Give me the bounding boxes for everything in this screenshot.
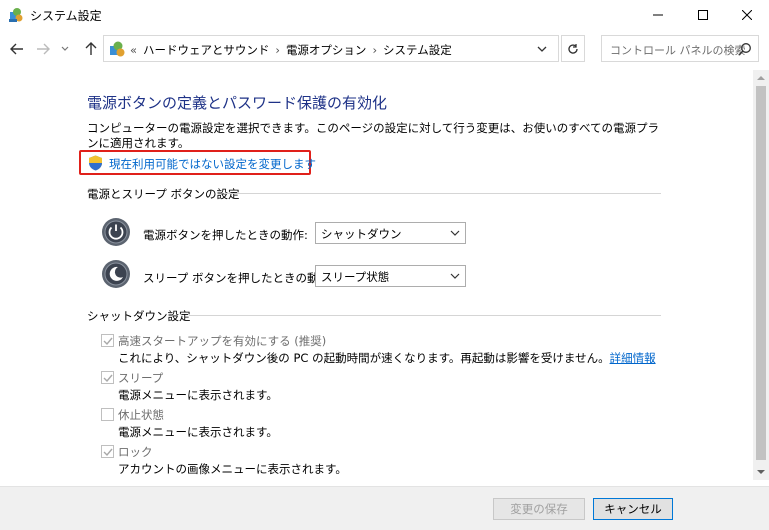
breadcrumb-separator-icon[interactable]: › [275,43,280,57]
power-button-action-select[interactable]: シャットダウン [315,222,466,244]
breadcrumb: « ハードウェアとサウンド › 電源オプション › システム設定 [130,42,452,58]
control-panel-icon [110,41,125,57]
sleep-description: 電源メニューに表示されます。 [118,388,278,402]
breadcrumb-separator-icon[interactable]: › [372,43,377,57]
maximize-button[interactable] [680,0,726,30]
scroll-up-button[interactable] [753,70,769,86]
close-button[interactable] [724,0,769,30]
fast-startup-description: これにより、シャットダウン後の PC の起動時間が速くなります。再起動は影響を受… [118,350,656,366]
chevron-down-icon [450,230,460,236]
refresh-icon [568,43,578,54]
chevron-down-icon [450,273,460,279]
more-info-link[interactable]: 詳細情報 [610,351,656,365]
save-changes-button[interactable]: 変更の保存 [493,498,585,520]
search-input[interactable]: コントロール パネルの検索 [610,42,746,58]
sleep-button-icon [102,260,130,288]
breadcrumb-item-system-settings[interactable]: システム設定 [383,43,452,57]
section-divider [224,193,661,194]
arrow-left-icon [10,43,23,55]
sleep-checkbox[interactable] [101,371,114,384]
chevron-down-icon [61,46,69,51]
power-button-label: 電源ボタンを押したときの動作: [143,228,308,242]
window-title: システム設定 [30,9,102,23]
shutdown-section-heading: シャットダウン設定 [87,309,191,323]
change-settings-link[interactable]: 現在利用可能ではない設定を変更します [109,156,316,172]
footer-bar: 変更の保存 キャンセル [0,486,769,530]
power-button-action-value: シャットダウン [321,227,402,241]
hibernate-description: 電源メニューに表示されます。 [118,425,278,439]
page-description: コンピューターの電源設定を選択できます。このページの設定に対して行う変更は、お使… [87,121,660,150]
sleep-button-action-value: スリープ状態 [321,270,390,284]
hibernate-checkbox[interactable] [101,408,114,421]
lock-checkbox[interactable] [101,445,114,458]
hibernate-label: 休止状態 [118,408,164,422]
lock-description: アカウントの画像メニューに表示されます。 [118,462,347,476]
search-box[interactable]: コントロール パネルの検索 [601,35,759,62]
breadcrumb-overflow[interactable]: « [130,43,137,57]
scrollbar-thumb[interactable] [756,86,766,460]
up-button[interactable] [80,38,102,60]
highlight-box: 現在利用可能ではない設定を変更します [79,150,316,175]
close-icon [742,10,752,20]
page-title: 電源ボタンの定義とパスワード保護の有効化 [87,94,388,112]
breadcrumb-item-power-options[interactable]: 電源オプション [286,43,367,57]
control-panel-icon [9,8,23,22]
sleep-button-action-select[interactable]: スリープ状態 [315,265,466,287]
arrow-up-icon [85,42,97,55]
checkmark-icon [103,337,113,346]
chevron-down-icon[interactable] [534,41,550,57]
fast-startup-description-text: これにより、シャットダウン後の PC の起動時間が速くなります。再起動は影響を受… [118,351,610,365]
back-button[interactable] [6,38,28,60]
checkmark-icon [103,448,113,457]
minimize-icon [653,14,663,16]
maximize-icon [698,10,708,20]
scroll-down-button[interactable] [753,464,769,480]
sleep-label: スリープ [118,371,164,385]
chevron-down-icon [757,470,765,474]
fast-startup-checkbox[interactable] [101,334,114,347]
power-button-icon [102,218,130,246]
section-divider [189,315,661,316]
sleep-button-label: スリープ ボタンを押したときの動作: [143,271,334,285]
refresh-button[interactable] [561,35,585,62]
forward-button[interactable] [32,38,54,60]
checkmark-icon [103,374,113,383]
cancel-button[interactable]: キャンセル [593,498,673,520]
breadcrumb-item-hardware-sound[interactable]: ハードウェアとサウンド [143,43,269,57]
recent-locations-button[interactable] [58,38,72,60]
chevron-up-icon [757,76,765,80]
power-section-heading: 電源とスリープ ボタンの設定 [87,187,240,201]
arrow-right-icon [37,43,50,55]
fast-startup-label: 高速スタートアップを有効にする (推奨) [118,334,327,348]
minimize-button[interactable] [635,0,681,30]
shield-icon [89,155,102,171]
search-icon [738,43,751,56]
lock-label: ロック [118,445,153,459]
title-bar: システム設定 [0,0,769,30]
address-bar[interactable]: « ハードウェアとサウンド › 電源オプション › システム設定 [103,35,559,62]
